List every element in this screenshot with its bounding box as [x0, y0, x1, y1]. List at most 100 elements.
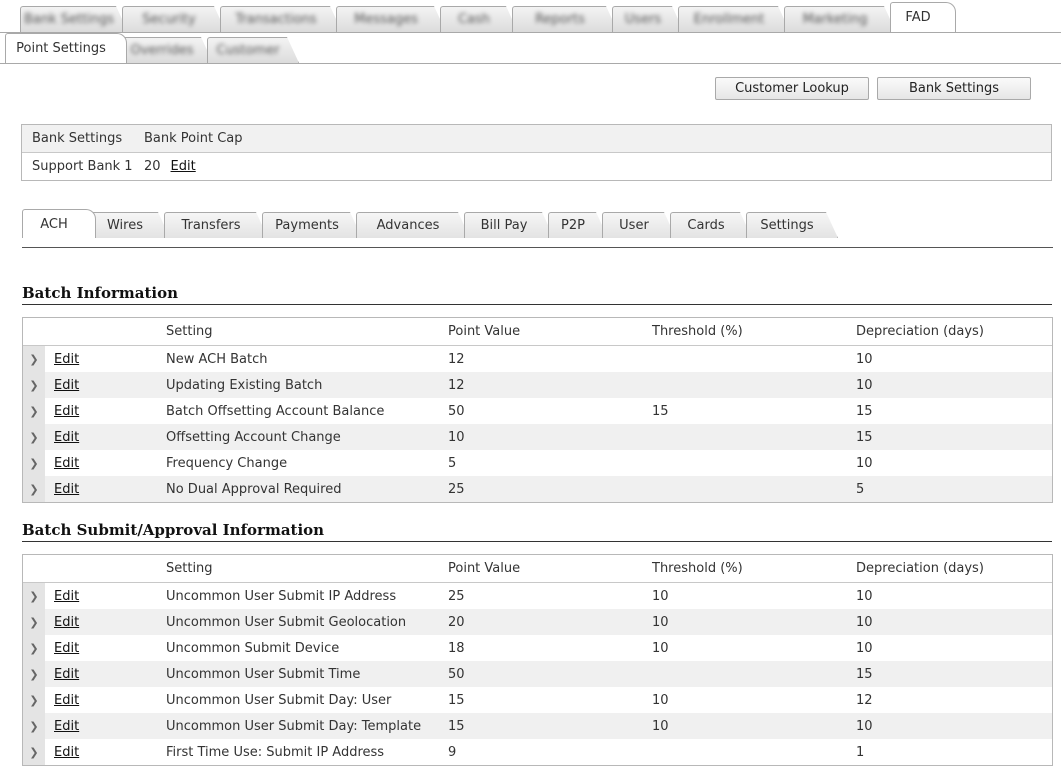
category-tab-cards[interactable]: Cards	[670, 212, 752, 238]
category-tab-label: User	[619, 218, 649, 233]
batch-submit-grid: Setting Point Value Threshold (%) Depreciat…	[22, 554, 1053, 766]
chevron-right-icon[interactable]: ❯	[23, 346, 45, 372]
category-tab-label: Payments	[275, 218, 339, 233]
row-edit-link[interactable]: Edit	[54, 352, 79, 367]
subtab-label: Customer	[216, 43, 280, 58]
grid-header: Setting Point Value Threshold (%) Depreciat…	[23, 555, 1052, 583]
tab-enrollment[interactable]: Enrollment	[678, 6, 790, 32]
subtab-customer[interactable]: Customer	[207, 37, 299, 63]
category-tab-label: Wires	[106, 218, 143, 233]
depreciation-value: 1	[856, 744, 865, 760]
header-depreciation: Depreciation (days)	[856, 561, 984, 576]
chevron-right-icon[interactable]: ❯	[23, 739, 45, 765]
chevron-right-icon[interactable]: ❯	[23, 661, 45, 687]
batch-information-title: Batch Information	[22, 284, 1052, 305]
tab-fad[interactable]: FAD	[890, 2, 956, 32]
category-tab-advances[interactable]: Advances	[356, 212, 470, 238]
category-tab-p2p[interactable]: P2P	[548, 212, 608, 238]
setting-name: No Dual Approval Required	[166, 481, 342, 497]
grid-header: Setting Point Value Threshold (%) Depreciat…	[23, 318, 1052, 346]
tab-label: Enrollment	[693, 12, 765, 27]
bank-settings-table: Bank Settings Bank Point Cap Support Ban…	[21, 124, 1052, 181]
header-threshold: Threshold (%)	[652, 324, 743, 339]
category-tab-payments[interactable]: Payments	[262, 212, 362, 238]
point-value: 10	[448, 429, 465, 445]
category-tab-bar: ACH Wires Transfers Payments Advances Bill Pa…	[22, 208, 832, 238]
row-edit-link[interactable]: Edit	[54, 430, 79, 445]
header-setting: Setting	[166, 324, 213, 339]
point-value: 12	[448, 351, 465, 367]
customer-lookup-button[interactable]: Customer Lookup	[715, 77, 869, 100]
tab-bank-settings[interactable]: Bank Settings	[20, 6, 128, 32]
row-edit-link[interactable]: Edit	[54, 745, 79, 760]
header-setting: Setting	[166, 561, 213, 576]
tab-label: Security	[142, 12, 196, 27]
header-depreciation: Depreciation (days)	[856, 324, 984, 339]
category-tab-label: ACH	[40, 216, 68, 232]
tab-cash[interactable]: Cash	[440, 6, 518, 32]
category-tab-settings[interactable]: Settings	[746, 212, 838, 238]
header-threshold: Threshold (%)	[652, 561, 743, 576]
setting-name: Offsetting Account Change	[166, 429, 341, 445]
category-tab-label: P2P	[561, 218, 585, 233]
row-edit-link[interactable]: Edit	[54, 404, 79, 419]
depreciation-value: 10	[856, 640, 873, 656]
chevron-right-icon[interactable]: ❯	[23, 424, 45, 450]
tab-transactions[interactable]: Transactions	[220, 6, 342, 32]
tab-reports[interactable]: Reports	[512, 6, 618, 32]
category-tab-label: Settings	[760, 218, 814, 233]
chevron-right-icon[interactable]: ❯	[23, 476, 45, 502]
tab-label: Transactions	[235, 12, 317, 27]
chevron-right-icon[interactable]: ❯	[23, 372, 45, 398]
tab-security[interactable]: Security	[122, 6, 226, 32]
row-edit-link[interactable]: Edit	[54, 482, 79, 497]
top-tab-bar: Bank Settings Security Transactions Message…	[20, 2, 956, 32]
bank-table-row: Support Bank 1 20 Edit	[22, 153, 1051, 180]
subtab-label: Point Settings	[16, 41, 106, 56]
sub-tab-divider	[0, 63, 1061, 64]
chevron-right-icon[interactable]: ❯	[23, 583, 45, 609]
row-edit-link[interactable]: Edit	[54, 667, 79, 682]
header-point-value: Point Value	[448, 561, 521, 576]
point-value: 15	[448, 718, 465, 734]
setting-name: Uncommon Submit Device	[166, 640, 340, 656]
table-row: ❯ Edit Uncommon User Submit Day: Template 1…	[23, 713, 1052, 739]
row-edit-link[interactable]: Edit	[54, 456, 79, 471]
category-tab-transfers[interactable]: Transfers	[164, 212, 268, 238]
category-tab-ach[interactable]: ACH	[22, 209, 96, 238]
bank-point-cap: 20	[144, 159, 161, 174]
row-edit-link[interactable]: Edit	[54, 615, 79, 630]
subtab-point-settings[interactable]: Point Settings	[5, 33, 127, 63]
chevron-right-icon[interactable]: ❯	[23, 713, 45, 739]
point-value: 50	[448, 666, 465, 682]
category-tab-user[interactable]: User	[602, 212, 676, 238]
point-value: 18	[448, 640, 465, 656]
row-edit-link[interactable]: Edit	[54, 641, 79, 656]
bank-edit-link[interactable]: Edit	[171, 159, 196, 174]
tab-messages[interactable]: Messages	[336, 6, 446, 32]
chevron-right-icon[interactable]: ❯	[23, 687, 45, 713]
category-tab-bill-pay[interactable]: Bill Pay	[464, 212, 554, 238]
category-tab-label: Transfers	[181, 218, 241, 233]
chevron-right-icon[interactable]: ❯	[23, 450, 45, 476]
row-edit-link[interactable]: Edit	[54, 693, 79, 708]
threshold-value: 10	[652, 588, 669, 604]
depreciation-value: 10	[856, 351, 873, 367]
table-row: ❯ Edit Uncommon User Submit Time 50 15	[23, 661, 1052, 687]
chevron-right-icon[interactable]: ❯	[23, 398, 45, 424]
sub-tab-bar: Point Settings Overrides Customer	[5, 33, 293, 63]
tab-label: Reports	[535, 12, 585, 27]
table-row: ❯ Edit First Time Use: Submit IP Address 9 1	[23, 739, 1052, 765]
bank-settings-button[interactable]: Bank Settings	[877, 77, 1031, 100]
chevron-right-icon[interactable]: ❯	[23, 635, 45, 661]
tab-users[interactable]: Users	[612, 6, 684, 32]
subtab-overrides[interactable]: Overrides	[121, 37, 213, 63]
tab-marketing[interactable]: Marketing	[784, 6, 896, 32]
row-edit-link[interactable]: Edit	[54, 378, 79, 393]
row-edit-link[interactable]: Edit	[54, 589, 79, 604]
depreciation-value: 10	[856, 377, 873, 393]
category-tab-wires[interactable]: Wires	[90, 212, 170, 238]
row-edit-link[interactable]: Edit	[54, 719, 79, 734]
chevron-right-icon[interactable]: ❯	[23, 609, 45, 635]
table-row: ❯ Edit Batch Offsetting Account Balance 50 1…	[23, 398, 1052, 424]
